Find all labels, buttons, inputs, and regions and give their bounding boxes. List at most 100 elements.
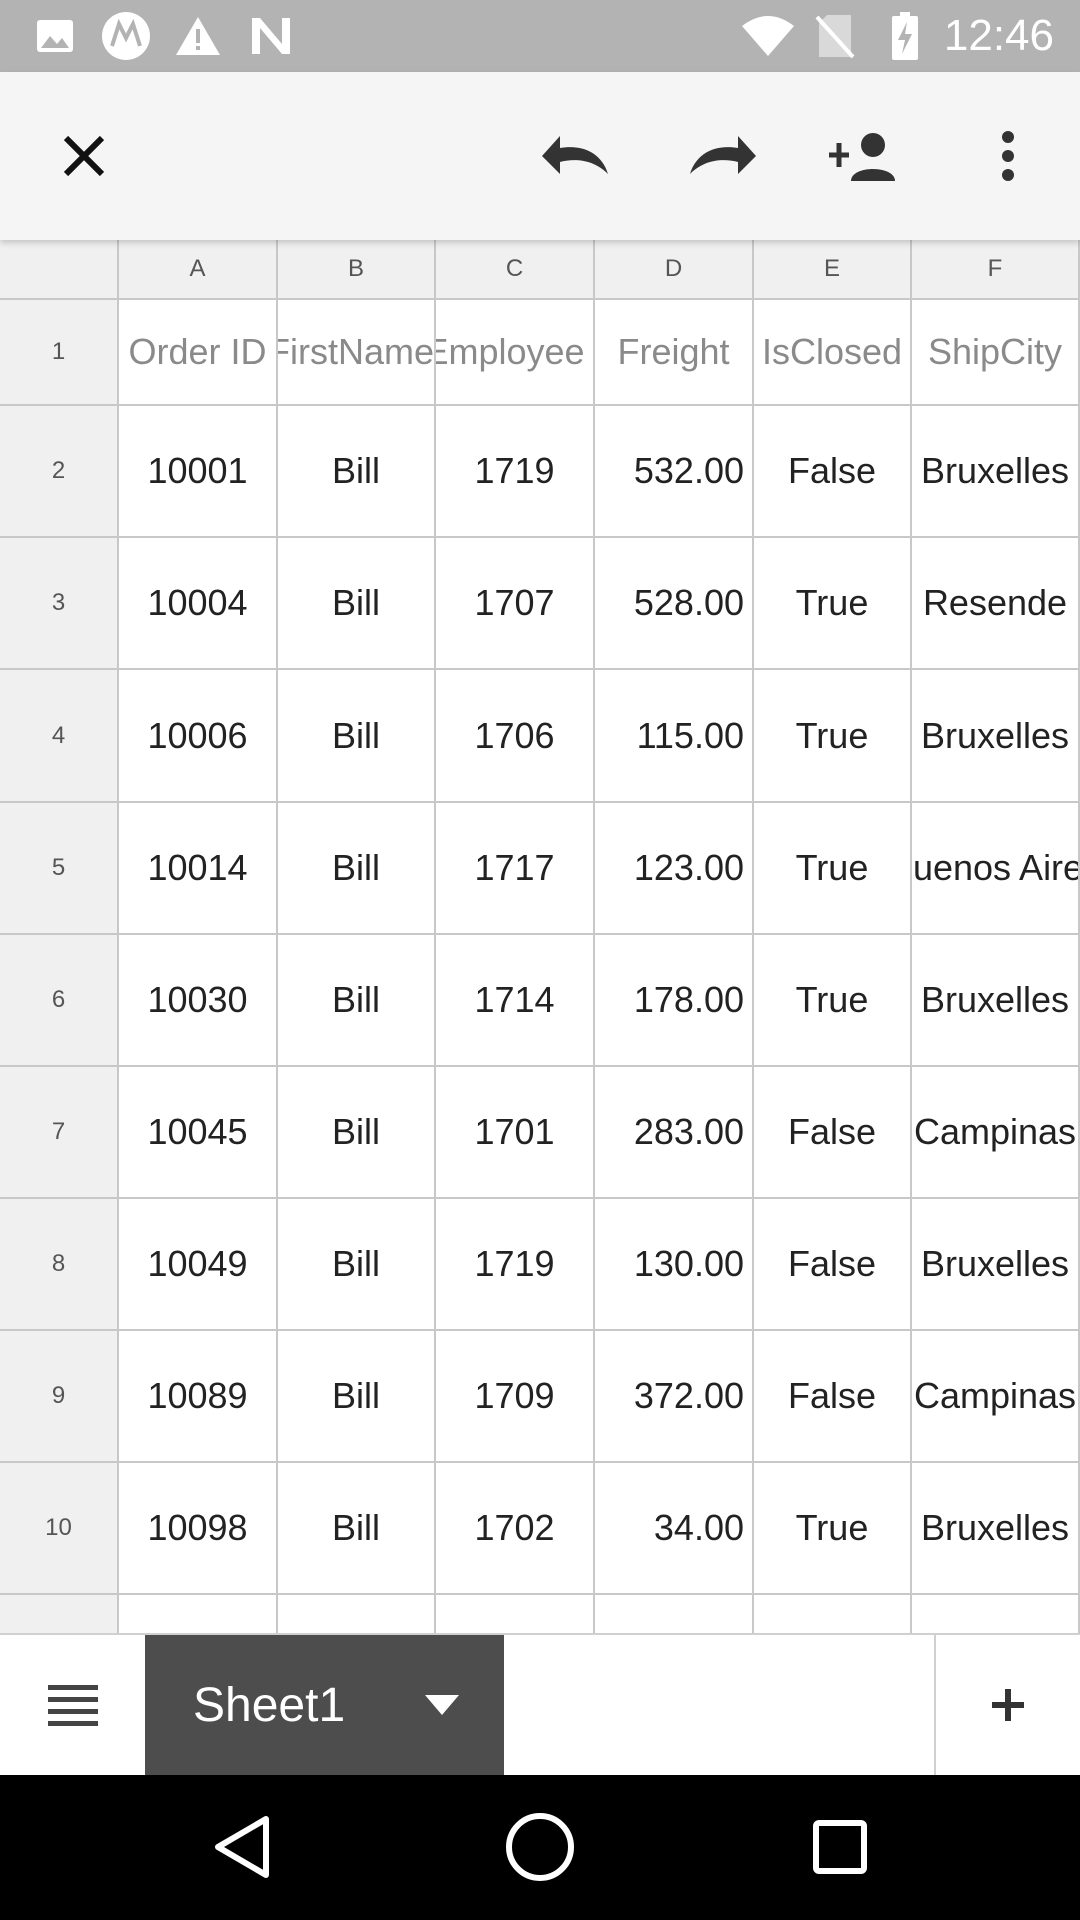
column-header-a[interactable]: A bbox=[119, 240, 278, 300]
cell[interactable]: 1719 bbox=[436, 1199, 595, 1331]
cell[interactable]: Bill bbox=[278, 935, 436, 1067]
cell-partial[interactable] bbox=[119, 1595, 278, 1633]
no-sim-icon bbox=[812, 14, 858, 59]
recents-button[interactable] bbox=[798, 1805, 882, 1889]
cell[interactable]: FirstName bbox=[278, 300, 436, 406]
cell[interactable]: Bruxelles bbox=[912, 1463, 1080, 1595]
cell[interactable]: 10014 bbox=[119, 803, 278, 935]
row-header[interactable]: 5 bbox=[0, 803, 119, 935]
cell[interactable]: Bill bbox=[278, 1463, 436, 1595]
more-options-button[interactable] bbox=[968, 116, 1048, 196]
cell[interactable]: 372.00 bbox=[595, 1331, 754, 1463]
cell[interactable]: True bbox=[754, 935, 912, 1067]
cell[interactable]: 178.00 bbox=[595, 935, 754, 1067]
row-header[interactable]: 8 bbox=[0, 1199, 119, 1331]
column-header-f[interactable]: F bbox=[912, 240, 1080, 300]
cell[interactable]: True bbox=[754, 538, 912, 670]
select-all-corner[interactable] bbox=[0, 240, 119, 300]
cell[interactable]: 10049 bbox=[119, 1199, 278, 1331]
home-button[interactable] bbox=[498, 1805, 582, 1889]
cell[interactable]: Resende bbox=[912, 538, 1080, 670]
cell[interactable]: 283.00 bbox=[595, 1067, 754, 1199]
cell[interactable]: 1717 bbox=[436, 803, 595, 935]
tab-sheet1[interactable]: Sheet1 bbox=[145, 1635, 504, 1775]
cell[interactable]: Campinas bbox=[912, 1331, 1080, 1463]
undo-button[interactable] bbox=[536, 116, 616, 196]
cell[interactable]: 532.00 bbox=[595, 406, 754, 538]
row-header[interactable]: 3 bbox=[0, 538, 119, 670]
dropdown-arrow-icon[interactable] bbox=[425, 1695, 459, 1715]
cell-partial[interactable] bbox=[278, 1595, 436, 1633]
cell[interactable]: Bill bbox=[278, 1067, 436, 1199]
cell[interactable]: IsClosed bbox=[754, 300, 912, 406]
cell[interactable]: False bbox=[754, 1331, 912, 1463]
cell[interactable]: Freight bbox=[595, 300, 754, 406]
row-header[interactable]: 9 bbox=[0, 1331, 119, 1463]
cell[interactable]: Bill bbox=[278, 670, 436, 803]
cell-partial[interactable] bbox=[912, 1595, 1080, 1633]
cell[interactable]: Bill bbox=[278, 1331, 436, 1463]
sheet-list-button[interactable] bbox=[0, 1635, 145, 1775]
cell[interactable]: True bbox=[754, 1463, 912, 1595]
cell[interactable]: 10098 bbox=[119, 1463, 278, 1595]
cell[interactable]: 10006 bbox=[119, 670, 278, 803]
cell[interactable]: 130.00 bbox=[595, 1199, 754, 1331]
cell[interactable]: 123.00 bbox=[595, 803, 754, 935]
cell[interactable]: 10089 bbox=[119, 1331, 278, 1463]
cell[interactable]: 1714 bbox=[436, 935, 595, 1067]
add-sheet-button[interactable] bbox=[936, 1635, 1080, 1775]
cell[interactable]: Bill bbox=[278, 1199, 436, 1331]
cell[interactable]: True bbox=[754, 803, 912, 935]
cell-partial[interactable] bbox=[595, 1595, 754, 1633]
column-header-e[interactable]: E bbox=[754, 240, 912, 300]
redo-button[interactable] bbox=[682, 116, 762, 196]
cell[interactable]: Order ID bbox=[119, 300, 278, 406]
spreadsheet-grid[interactable]: ABCDEF 1Order IDFirstNameEmployee IFreig… bbox=[0, 240, 1080, 1633]
back-button[interactable] bbox=[200, 1805, 284, 1889]
row-header[interactable]: 7 bbox=[0, 1067, 119, 1199]
row-header[interactable]: 6 bbox=[0, 935, 119, 1067]
cell[interactable]: 1702 bbox=[436, 1463, 595, 1595]
cell[interactable]: Buenos Aires bbox=[912, 803, 1080, 935]
row-header[interactable]: 10 bbox=[0, 1463, 119, 1595]
cell[interactable]: ShipCity bbox=[912, 300, 1080, 406]
cell[interactable]: 34.00 bbox=[595, 1463, 754, 1595]
cell[interactable]: False bbox=[754, 1199, 912, 1331]
cell[interactable]: 1707 bbox=[436, 538, 595, 670]
cell[interactable]: 10001 bbox=[119, 406, 278, 538]
cell[interactable]: 1706 bbox=[436, 670, 595, 803]
cell[interactable]: Bruxelles bbox=[912, 406, 1080, 538]
column-header-b[interactable]: B bbox=[278, 240, 436, 300]
row-header[interactable]: 2 bbox=[0, 406, 119, 538]
cell[interactable]: 10030 bbox=[119, 935, 278, 1067]
cell[interactable]: 528.00 bbox=[595, 538, 754, 670]
cell[interactable]: Bruxelles bbox=[912, 1199, 1080, 1331]
cell[interactable]: Bill bbox=[278, 538, 436, 670]
cell[interactable]: Employee I bbox=[436, 300, 595, 406]
status-bar: 12:46 bbox=[0, 0, 1080, 72]
cell[interactable]: 115.00 bbox=[595, 670, 754, 803]
row-header[interactable]: 1 bbox=[0, 300, 119, 406]
cell[interactable]: Bill bbox=[278, 406, 436, 538]
column-header-d[interactable]: D bbox=[595, 240, 754, 300]
cell[interactable]: Bruxelles bbox=[912, 670, 1080, 803]
cell[interactable]: 1709 bbox=[436, 1331, 595, 1463]
cell-partial[interactable] bbox=[436, 1595, 595, 1633]
cell[interactable]: 10004 bbox=[119, 538, 278, 670]
more-vert-icon bbox=[1002, 131, 1014, 181]
cell[interactable]: Bruxelles bbox=[912, 935, 1080, 1067]
row-header-partial[interactable] bbox=[0, 1595, 119, 1633]
cell[interactable]: 10045 bbox=[119, 1067, 278, 1199]
cell[interactable]: True bbox=[754, 670, 912, 803]
cell[interactable]: False bbox=[754, 406, 912, 538]
cell[interactable]: 1701 bbox=[436, 1067, 595, 1199]
cell-partial[interactable] bbox=[754, 1595, 912, 1633]
share-add-person-button[interactable] bbox=[824, 116, 904, 196]
column-header-c[interactable]: C bbox=[436, 240, 595, 300]
cell[interactable]: False bbox=[754, 1067, 912, 1199]
cell[interactable]: 1719 bbox=[436, 406, 595, 538]
row-header[interactable]: 4 bbox=[0, 670, 119, 803]
cell[interactable]: Campinas bbox=[912, 1067, 1080, 1199]
close-button[interactable] bbox=[44, 116, 124, 196]
cell[interactable]: Bill bbox=[278, 803, 436, 935]
